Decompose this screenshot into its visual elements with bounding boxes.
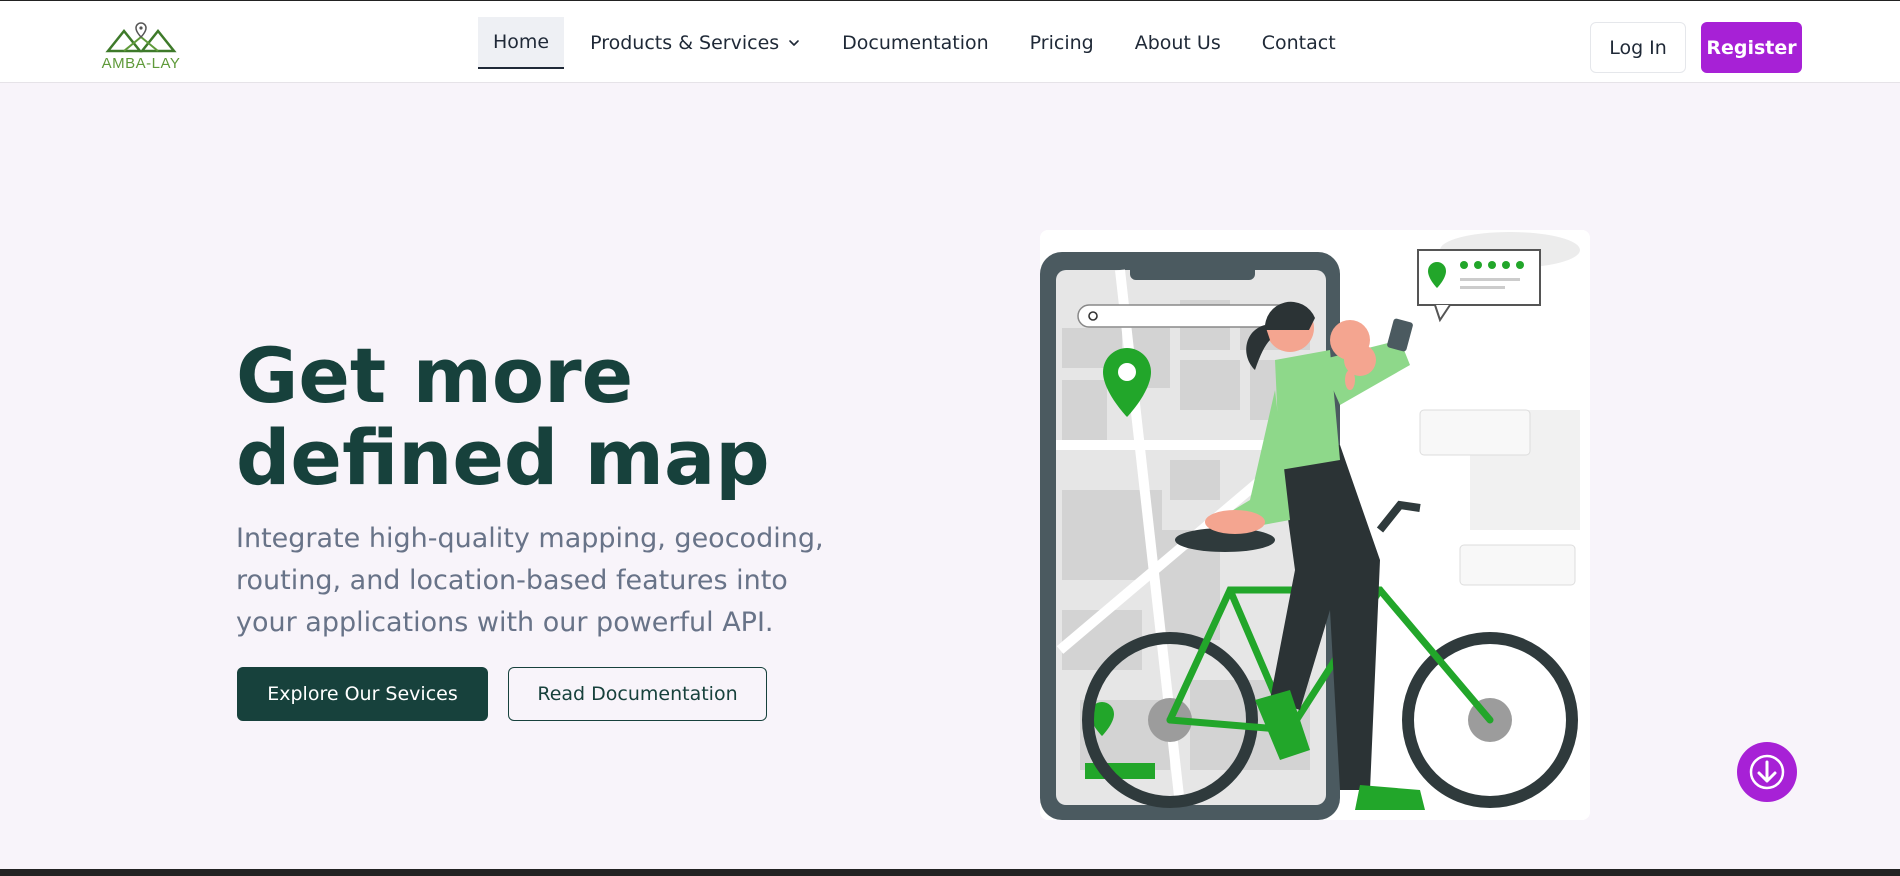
read-documentation-button[interactable]: Read Documentation [508, 667, 767, 721]
main-nav: Home Products & Services Documentation P… [478, 17, 1362, 69]
scroll-down-button[interactable] [1737, 742, 1797, 802]
brand-name: AMBA-LAY [101, 55, 181, 72]
explore-services-button[interactable]: Explore Our Sevices [237, 667, 488, 721]
brand-logo[interactable]: AMBA-LAY [94, 19, 188, 75]
navbar: AMBA-LAY Home Products & Services Docume… [0, 0, 1900, 83]
chevron-down-icon [789, 40, 799, 46]
hero-subtitle: Integrate high-quality mapping, geocodin… [236, 523, 824, 638]
hero-illustration [1040, 230, 1590, 820]
nav-home[interactable]: Home [478, 17, 565, 69]
login-button[interactable]: Log In [1590, 22, 1686, 73]
hero-title-line-1: Get more [236, 331, 634, 420]
mountain-pin-logo-icon [105, 22, 177, 53]
arrow-down-icon [1749, 754, 1785, 790]
nav-documentation[interactable]: Documentation [827, 17, 1003, 69]
nav-about-us[interactable]: About Us [1120, 17, 1236, 69]
map-bike-illustration [1040, 230, 1590, 820]
nav-contact[interactable]: Contact [1247, 17, 1351, 69]
nav-products-services-label: Products & Services [590, 32, 780, 54]
nav-products-services[interactable]: Products & Services [575, 17, 816, 69]
hero-title-line-2: defined map [236, 413, 770, 502]
nav-pricing[interactable]: Pricing [1015, 17, 1109, 69]
bottom-edge [0, 869, 1900, 876]
hero-title: Get more defined map [236, 335, 796, 499]
register-button[interactable]: Register [1701, 22, 1802, 73]
